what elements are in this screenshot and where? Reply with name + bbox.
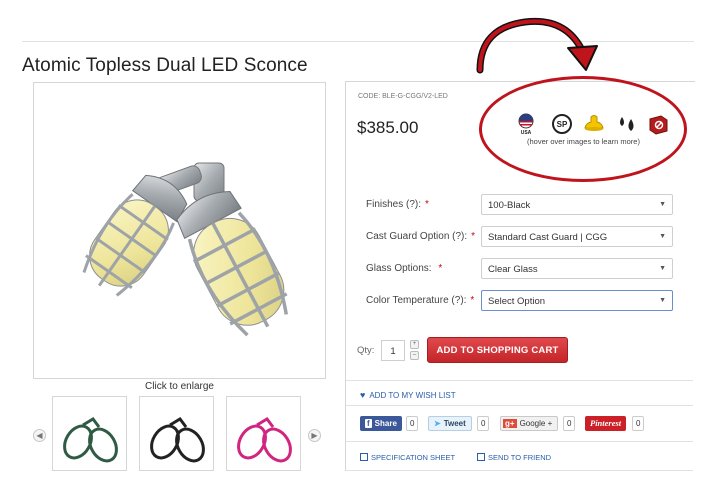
color-temperature-help-link[interactable]: (?): (451, 295, 466, 306)
divider (346, 470, 693, 471)
option-label-text: Color Temperature (366, 295, 449, 306)
color-temperature-selected-value: Select Option (488, 296, 546, 307)
document-icon (360, 453, 368, 461)
facebook-share-button[interactable]: f Share (360, 416, 402, 431)
annotation-curved-arrow (476, 17, 598, 74)
twitter-tweet-label: Tweet (443, 419, 466, 428)
option-label-finishes: Finishes (?): * (366, 199, 429, 210)
required-marker: * (425, 199, 429, 210)
twitter-tweet-button[interactable]: ➤ Tweet (428, 416, 472, 431)
product-main-image[interactable] (33, 82, 326, 379)
click-to-enlarge-caption: Click to enlarge (145, 381, 214, 392)
thumbnail-pink[interactable] (226, 396, 301, 471)
heart-icon: ♥ (360, 390, 366, 400)
product-code: CODE: BLE-G-CGG/V2-LED (358, 93, 448, 100)
send-to-friend-link[interactable]: SEND TO FRIEND (477, 453, 551, 462)
required-marker: * (438, 263, 443, 274)
google-plus-button[interactable]: g+ Google + (500, 416, 559, 431)
usa-flag-icon[interactable]: USA (515, 113, 537, 136)
option-label-cast-guard: Cast Guard Option (?): * (366, 231, 475, 242)
required-marker: * (471, 231, 476, 242)
qty-increment-button[interactable]: + (410, 340, 419, 349)
share-icon (477, 453, 485, 461)
twitter-tweet-count: 0 (477, 416, 490, 431)
add-to-wishlist-link[interactable]: ♥ ADD TO MY WISH LIST (360, 390, 456, 400)
facebook-share-count: 0 (406, 416, 419, 431)
option-label-text: Glass Options: (366, 263, 432, 274)
facebook-icon: f (365, 419, 372, 428)
csa-certification-icon[interactable]: SP (551, 113, 573, 135)
specification-sheet-link[interactable]: SPECIFICATION SHEET (360, 453, 455, 462)
finishes-selected-value: 100-Black (488, 200, 531, 211)
thumbnail-image-pink (237, 417, 292, 463)
badge-hover-note: (hover over images to learn more) (527, 137, 640, 146)
glass-selected-value: Clear Glass (488, 264, 538, 275)
finishes-select[interactable]: 100-Black ▼ (481, 194, 673, 215)
vandal-resistant-icon[interactable] (647, 113, 669, 135)
cast-guard-selected-value: Standard Cast Guard | CGG (488, 232, 608, 243)
add-to-cart-button[interactable]: ADD TO SHOPPING CART (427, 337, 568, 363)
qty-label: Qty: (357, 345, 375, 356)
wet-location-drops-icon[interactable] (616, 113, 638, 135)
qty-input[interactable]: 1 (381, 340, 405, 361)
send-to-friend-label: SEND TO FRIEND (488, 453, 552, 462)
sconce-photo (82, 162, 289, 337)
chevron-right-icon: ▶ (311, 431, 318, 440)
divider (346, 405, 693, 406)
minus-icon: – (412, 352, 417, 358)
cast-guard-help-link[interactable]: (?): (452, 231, 467, 242)
dropdown-caret-icon: ▼ (659, 297, 666, 304)
divider (346, 441, 693, 442)
dropdown-caret-icon: ▼ (659, 233, 666, 240)
divider (346, 380, 693, 381)
dimmable-lamp-icon[interactable] (583, 113, 605, 135)
glass-options-select[interactable]: Clear Glass ▼ (481, 258, 673, 279)
chevron-left-icon: ◀ (36, 431, 43, 440)
thumbnails-prev-button[interactable]: ◀ (33, 429, 46, 442)
wishlist-label: ADD TO MY WISH LIST (369, 391, 456, 400)
dropdown-caret-icon: ▼ (659, 265, 666, 272)
page-title: Atomic Topless Dual LED Sconce (22, 55, 308, 76)
google-plus-label: Google + (519, 419, 553, 428)
dropdown-caret-icon: ▼ (659, 201, 666, 208)
pinterest-button[interactable]: Pinterest (585, 416, 627, 431)
product-price: $385.00 (357, 118, 419, 137)
option-label-text: Cast Guard Option (366, 231, 450, 242)
option-label-color-temperature: Color Temperature (?): * (366, 295, 474, 306)
option-label-glass: Glass Options: * (366, 263, 442, 274)
plus-icon: + (412, 341, 417, 347)
top-divider (22, 41, 694, 42)
qty-decrement-button[interactable]: – (410, 351, 419, 360)
facebook-share-label: Share (374, 419, 397, 428)
twitter-bird-icon: ➤ (434, 419, 441, 428)
cast-guard-select[interactable]: Standard Cast Guard | CGG ▼ (481, 226, 673, 247)
thumbnail-black[interactable] (139, 396, 214, 471)
finishes-help-link[interactable]: (?): (406, 199, 421, 210)
thumbnail-image-black (150, 417, 205, 463)
svg-text:SP: SP (557, 120, 568, 129)
thumbnails-next-button[interactable]: ▶ (308, 429, 321, 442)
pinterest-count: 0 (632, 416, 645, 431)
svg-text:USA: USA (521, 130, 532, 135)
option-label-text: Finishes (366, 199, 404, 210)
google-plus-icon: g+ (503, 419, 517, 428)
thumbnail-image-green (63, 417, 118, 463)
specification-sheet-label: SPECIFICATION SHEET (371, 453, 456, 462)
color-temperature-select[interactable]: Select Option ▼ (481, 290, 673, 311)
thumbnail-green[interactable] (52, 396, 127, 471)
required-marker: * (470, 295, 475, 306)
google-plus-count: 0 (563, 416, 576, 431)
